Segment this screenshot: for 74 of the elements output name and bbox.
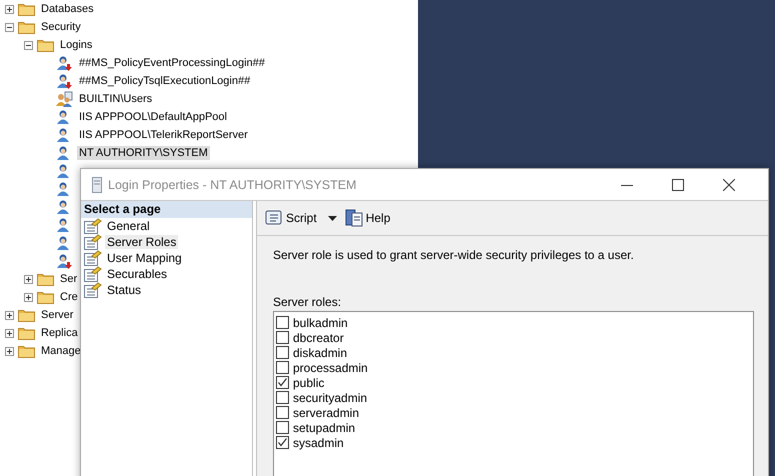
page-item[interactable]: User Mapping [105, 251, 184, 265]
tree-item[interactable]: ##MS_PolicyTsqlExecutionLogin## [77, 74, 252, 88]
collapse-icon[interactable] [24, 40, 33, 50]
checkbox[interactable] [276, 406, 289, 419]
page-item[interactable]: Securables [105, 267, 170, 281]
page-list-header: Select a page [81, 201, 252, 218]
folder-icon [18, 2, 35, 16]
disabled-user-icon [56, 253, 73, 269]
checkbox[interactable] [276, 331, 289, 344]
folder-icon [18, 308, 35, 322]
role-label: sysadmin [293, 436, 344, 450]
user-group-icon [56, 91, 73, 107]
checkbox[interactable] [276, 316, 289, 329]
server-icon [92, 176, 102, 192]
tree-item[interactable]: IIS APPPOOL\DefaultAppPool [77, 110, 229, 124]
checkbox[interactable] [276, 421, 289, 434]
tree-item[interactable]: Manage [39, 344, 83, 358]
page-item[interactable]: Server Roles [105, 235, 178, 249]
role-label: diskadmin [293, 346, 348, 360]
tree-item[interactable]: NT AUTHORITY\SYSTEM [77, 146, 210, 160]
folder-icon [37, 272, 54, 286]
role-label: processadmin [293, 360, 368, 374]
scroll-icon [265, 209, 283, 227]
tree-item[interactable]: Databases [39, 2, 96, 16]
checkbox[interactable] [276, 346, 289, 359]
role-label: bulkadmin [293, 316, 348, 330]
caret-icon [328, 216, 337, 220]
disabled-user-icon [56, 73, 73, 89]
tree-item[interactable]: Logins [58, 38, 94, 52]
tree-item[interactable]: Server [39, 308, 76, 322]
page-icon [84, 218, 102, 234]
page-icon [84, 282, 102, 298]
checkbox[interactable] [276, 376, 289, 389]
role-label: setupadmin [293, 420, 356, 434]
maximize-icon[interactable] [672, 178, 684, 190]
checkbox[interactable] [276, 391, 289, 404]
expand-icon[interactable] [24, 274, 33, 284]
role-label: serveradmin [293, 406, 360, 420]
expand-icon[interactable] [5, 4, 14, 14]
tree-item[interactable]: Ser [58, 272, 80, 286]
checkbox[interactable] [276, 361, 289, 374]
expand-icon[interactable] [5, 310, 14, 320]
book-icon [344, 209, 363, 227]
folder-icon [18, 326, 35, 340]
disabled-user-icon [56, 55, 73, 71]
role-label: public [293, 376, 324, 390]
expand-icon[interactable] [24, 292, 33, 302]
folder-icon [37, 290, 54, 304]
checkbox[interactable] [276, 436, 289, 449]
tree-item[interactable]: BUILTIN\Users [77, 92, 154, 106]
window-title: Login Properties - NT AUTHORITY\SYSTEM [108, 178, 356, 192]
folder-icon [18, 20, 35, 34]
tree-item[interactable]: Security [39, 20, 83, 34]
collapse-icon[interactable] [5, 22, 14, 32]
roles-label: Server roles: [273, 295, 342, 309]
page-item[interactable]: Status [105, 283, 144, 297]
expand-icon[interactable] [5, 346, 14, 356]
tree-item[interactable]: Replica [39, 326, 80, 340]
page-icon [84, 250, 102, 266]
help-button[interactable]: Help [342, 209, 392, 227]
role-label: dbcreator [293, 330, 344, 344]
role-label: securityadmin [293, 390, 368, 404]
tree-item[interactable]: ##MS_PolicyEventProcessingLogin## [77, 56, 267, 70]
expand-icon[interactable] [5, 328, 14, 338]
close-icon[interactable] [723, 178, 735, 190]
page-icon [84, 266, 102, 282]
page-item[interactable]: General [105, 219, 152, 233]
folder-icon [37, 38, 54, 52]
script-button[interactable]: Script [263, 209, 339, 227]
tree-item[interactable]: Cre [58, 290, 80, 304]
page-icon [84, 234, 102, 250]
folder-icon [18, 344, 35, 358]
tree-item[interactable]: IIS APPPOOL\TelerikReportServer [77, 128, 250, 142]
description-text: Server role is used to grant server-wide security privileges to a user. [273, 248, 635, 264]
